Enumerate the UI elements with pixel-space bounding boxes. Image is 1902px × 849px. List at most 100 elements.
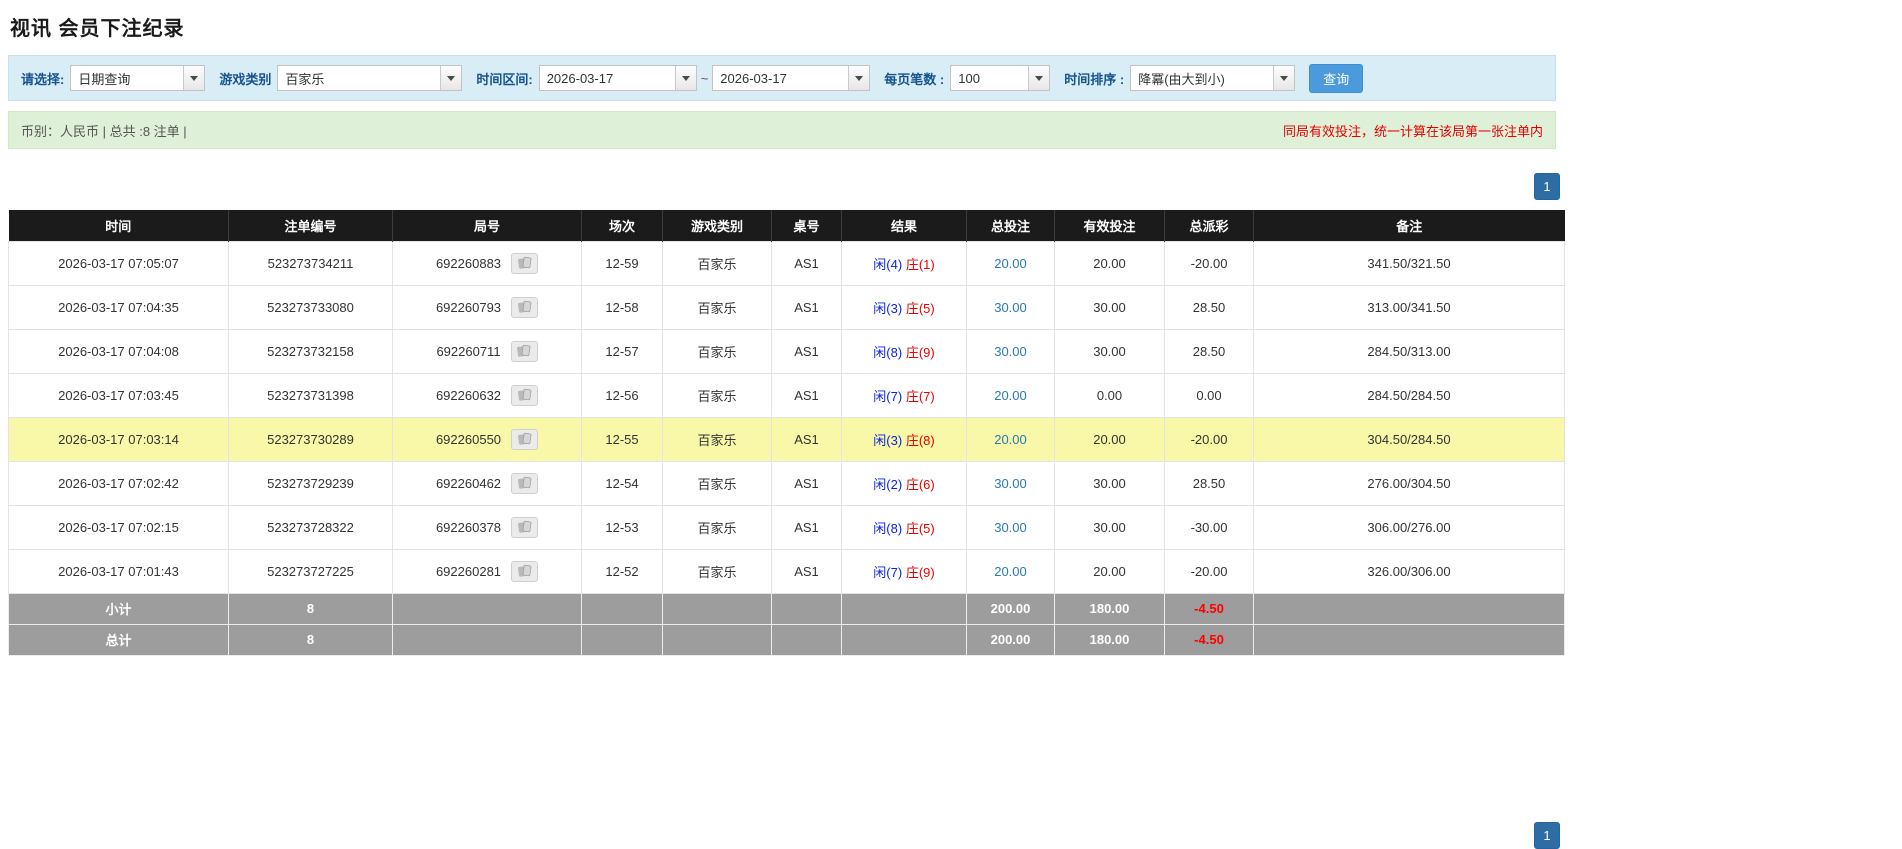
summary-valid-bet-cell: 180.00 [1054,592,1165,625]
result-cell: 闲(3) 庄(5) [841,284,967,330]
round-id: 692260462 [435,475,502,491]
view-cards-button[interactable] [511,384,539,406]
game-type-input[interactable] [278,66,439,90]
page-size-combobox [950,65,1051,91]
time-cell: 2026-03-17 07:01:43 [8,548,229,594]
remark-cell: 341.50/321.50 [1253,240,1565,286]
chevron-down-icon[interactable] [440,66,462,90]
total-bet-cell: 30.00 [966,328,1055,374]
session-cell: 12-54 [581,460,663,506]
time-cell: 2026-03-17 07:04:08 [8,328,229,374]
player-result: 闲(3) [873,300,903,316]
remark-cell: 284.50/313.00 [1253,328,1565,374]
query-type-combobox [70,65,206,91]
records-table-foot: 小计 8 200.00 180.00 -4.50 总计 8 200.00 180.00 -4.50 [8,592,1565,656]
time-cell: 2026-03-17 07:03:14 [8,416,229,462]
chevron-down-icon[interactable] [183,66,205,90]
remark-cell: 284.50/284.50 [1253,372,1565,418]
payout-cell: -30.00 [1164,504,1254,550]
bet-id-cell: 523273730289 [228,416,393,462]
summary-count-cell: 8 [228,592,393,625]
game-type-cell: 百家乐 [662,372,772,418]
result-cell: 闲(7) 庄(7) [841,372,967,418]
table-row: 2026-03-17 07:04:35 523273733080 692260793… [8,284,1565,330]
caret-icon [190,75,199,81]
round-id: 692260281 [435,563,502,579]
time-cell: 2026-03-17 07:02:42 [8,460,229,506]
table-row: 2026-03-17 07:03:14 523273730289 692260550… [8,416,1565,462]
summary-valid-bet-cell: 180.00 [1054,623,1165,656]
table-no-cell: AS1 [771,416,842,462]
round-id: 692260883 [435,255,502,271]
view-cards-button[interactable] [511,252,539,274]
view-cards-button[interactable] [510,340,538,362]
payout-cell: -20.00 [1164,416,1254,462]
pagination-top: 1 [8,173,1560,200]
result-cell: 闲(4) 庄(1) [841,240,967,286]
total-bet-link[interactable]: 30.00 [994,300,1027,315]
page-1-button[interactable]: 1 [1534,173,1560,200]
query-type-input[interactable] [71,66,182,90]
player-result: 闲(4) [873,256,903,272]
column-header: 局号 [392,210,582,241]
remark-cell: 326.00/306.00 [1253,548,1565,594]
total-bet-link[interactable]: 20.00 [994,256,1027,271]
chevron-down-icon[interactable] [1028,66,1050,90]
filter-bar: 请选择: 游戏类别 时间区间: ~ 每页笔数 : 时间排序 : [8,55,1556,101]
result-cell: 闲(8) 庄(5) [841,504,967,550]
column-header: 总派彩 [1164,210,1254,241]
cards-icon [517,432,531,445]
player-result: 闲(8) [873,520,903,536]
column-header: 游戏类别 [662,210,772,241]
date-from-input[interactable] [539,66,673,90]
records-table-body: 2026-03-17 07:05:07 523273734211 692260883… [8,240,1565,594]
date-to-input[interactable] [713,66,847,90]
page-1-button[interactable]: 1 [1534,821,1560,849]
game-type-cell: 百家乐 [662,284,772,330]
table-no-cell: AS1 [771,284,842,330]
total-bet-link[interactable]: 20.00 [994,432,1027,447]
game-type-label: 游戏类别 [219,71,272,87]
valid-bet-cell: 20.00 [1054,240,1165,286]
round-cell: 692260711 [392,328,582,374]
summary-row: 总计 8 200.00 180.00 -4.50 [8,623,1565,656]
remark-cell: 276.00/304.50 [1253,460,1565,506]
total-bet-link[interactable]: 30.00 [994,520,1027,535]
summary-row: 小计 8 200.00 180.00 -4.50 [8,592,1565,625]
total-bet-link[interactable]: 30.00 [994,476,1027,491]
game-type-cell: 百家乐 [662,328,772,374]
view-cards-button[interactable] [511,296,539,318]
caret-icon [447,75,456,81]
view-cards-button[interactable] [511,516,539,538]
total-bet-link[interactable]: 20.00 [994,564,1027,579]
total-bet-link[interactable]: 30.00 [994,344,1027,359]
total-bet-link[interactable]: 20.00 [994,388,1027,403]
remark-cell: 313.00/341.50 [1253,284,1565,330]
chevron-down-icon[interactable] [848,66,870,90]
summary-total-bet-cell: 200.00 [966,623,1055,656]
table-row: 2026-03-17 07:02:42 523273729239 692260462… [8,460,1565,506]
chevron-down-icon[interactable] [674,66,696,90]
page-size-input[interactable] [951,66,1027,90]
summary-label-cell: 总计 [8,623,229,656]
view-cards-button[interactable] [511,428,539,450]
round-id: 692260378 [435,519,502,535]
payout-cell: -20.00 [1164,548,1254,594]
time-sort-input[interactable] [1131,66,1272,90]
total-bet-cell: 30.00 [966,460,1055,506]
view-cards-button[interactable] [511,560,539,582]
payout-cell: -20.00 [1164,240,1254,286]
payout-cell: 28.50 [1164,460,1254,506]
search-button[interactable]: 查询 [1309,63,1364,93]
date-from-combobox [538,65,697,91]
round-cell: 692260632 [392,372,582,418]
column-header: 桌号 [771,210,842,241]
cards-icon [517,256,531,269]
chevron-down-icon[interactable] [1273,66,1295,90]
cards-icon [517,300,531,313]
page-size-label: 每页笔数 : [884,71,945,87]
time-cell: 2026-03-17 07:05:07 [8,240,229,286]
view-cards-button[interactable] [511,472,539,494]
table-row: 2026-03-17 07:02:15 523273728322 692260378… [8,504,1565,550]
banker-result: 庄(5) [905,520,935,536]
